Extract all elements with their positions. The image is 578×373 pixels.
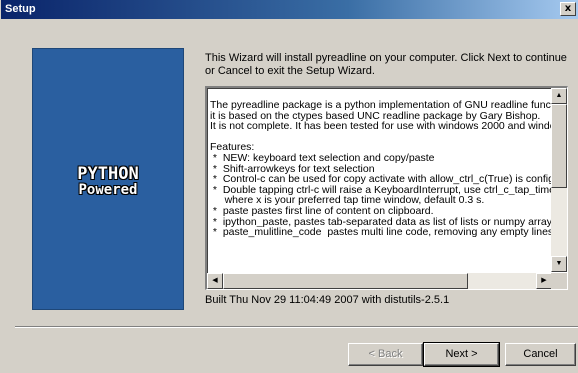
setup-window: Setup x PYTHON Powered This Wizard will … xyxy=(0,0,578,373)
scroll-up-icon[interactable]: ▲ xyxy=(551,88,567,104)
window-title: Setup xyxy=(5,3,36,15)
vertical-scroll-thumb[interactable] xyxy=(551,104,567,188)
info-line: The pyreadline package is a python imple… xyxy=(210,100,552,111)
cancel-button[interactable]: Cancel xyxy=(505,343,576,366)
horizontal-scrollbar[interactable]: ◀ ▶ xyxy=(207,273,552,289)
info-line: * paste pastes first line of content on … xyxy=(210,205,434,217)
python-powered-logo: PYTHON Powered xyxy=(32,48,184,310)
close-icon[interactable]: x xyxy=(560,2,576,16)
logo-line-python: PYTHON xyxy=(77,164,139,184)
vertical-scrollbar[interactable]: ▲ ▼ xyxy=(551,88,567,272)
scroll-down-icon[interactable]: ▼ xyxy=(551,256,567,272)
package-info-textbox[interactable]: The pyreadline package is a python imple… xyxy=(205,86,568,290)
info-line: * Control-c can be used for copy activat… xyxy=(210,174,552,185)
logo-line-powered: Powered xyxy=(78,182,138,198)
title-bar[interactable]: Setup xyxy=(1,0,578,19)
info-line: * ipython_paste, pastes tab-separated da… xyxy=(210,216,552,228)
build-info-text: Built Thu Nov 29 11:04:49 2007 with dist… xyxy=(205,294,450,306)
info-line: * Shift-arrowkeys for text selection xyxy=(210,163,375,175)
info-line: * NEW: keyboard text selection and copy/… xyxy=(210,152,435,164)
info-line: It is not complete. It has been tested f… xyxy=(210,121,552,132)
info-line: it is based on the ctypes based UNC read… xyxy=(210,110,541,122)
info-line: where x is your preferred tap time windo… xyxy=(210,195,485,206)
back-button[interactable]: < Back xyxy=(348,343,423,366)
package-info-text: The pyreadline package is a python imple… xyxy=(210,100,552,260)
info-line xyxy=(210,132,552,143)
footer-separator xyxy=(15,326,578,328)
info-line: Features: xyxy=(210,142,255,153)
intro-text: This Wizard will install pyreadline on y… xyxy=(205,52,567,77)
scroll-left-icon[interactable]: ◀ xyxy=(207,273,223,289)
info-line: * paste_mulitline_code pastes multi line… xyxy=(210,227,552,238)
scroll-right-icon[interactable]: ▶ xyxy=(536,273,552,289)
info-line: * Double tapping ctrl-c will raise a Key… xyxy=(210,184,552,196)
scroll-corner xyxy=(551,273,567,289)
horizontal-scroll-thumb[interactable] xyxy=(223,273,468,289)
next-button[interactable]: Next > xyxy=(423,342,500,367)
